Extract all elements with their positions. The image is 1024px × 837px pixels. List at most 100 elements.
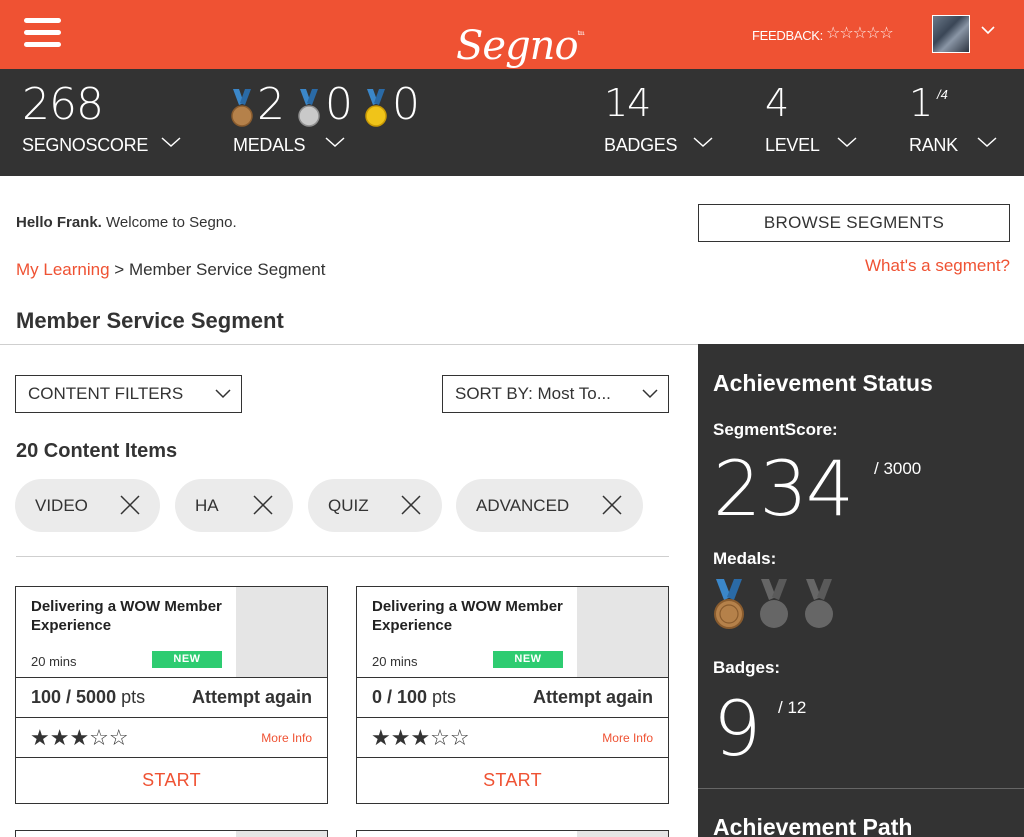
divider [16,556,669,557]
locked-medal-icon [760,579,788,628]
achievement-path-title: Achievement Path [713,814,913,837]
card-thumbnail [236,831,327,837]
feedback-label: FEEDBACK: [752,28,823,43]
user-avatar[interactable] [932,15,970,53]
page-title: Member Service Segment [16,308,284,333]
badges-max: / 12 [778,698,807,717]
card-points-value: 0 / 100 [372,687,428,707]
attempt-again-label: Attempt again [191,687,312,707]
level-value: 4 [765,81,789,125]
divider [16,677,327,678]
content-card[interactable]: Delivering a WOW Member Experience 20 mi… [15,586,328,804]
badges-value: 9 [713,684,761,773]
filter-chip-video[interactable]: VIDEO [15,479,160,532]
level-label: LEVEL [765,135,820,155]
rank-total: /4 [937,87,948,102]
chevron-down-icon[interactable] [160,135,182,149]
segno-logo[interactable]: Segnotm [456,4,585,69]
card-points-value: 100 / 5000 [31,687,117,707]
chip-label: HA [195,496,219,515]
content-card[interactable]: Delivering a WOW Member Experience 20 mi… [356,586,669,804]
welcome-name: Hello Frank. [16,214,102,231]
new-badge: NEW [152,651,222,668]
whats-a-segment-link[interactable]: What's a segment? [865,256,1010,276]
chip-label: QUIZ [328,496,369,515]
badges-value: 14 [604,81,651,125]
gold-medal-icon [365,89,387,127]
sort-by-label: SORT BY: Most To... [455,384,611,403]
card-duration: 20 mins [372,654,418,669]
divider [698,788,1024,789]
content-card[interactable] [356,830,669,837]
medals-label: MEDALS [233,135,306,155]
welcome-text: Welcome to Segno. [101,214,237,231]
chevron-down-icon [642,389,658,399]
filter-chip-ha[interactable]: HA [175,479,293,532]
close-icon[interactable] [253,495,273,515]
hamburger-menu-icon[interactable] [24,18,61,50]
card-thumbnail[interactable] [236,587,327,677]
card-points-unit: pts [116,687,146,707]
card-thumbnail[interactable] [577,587,668,677]
feedback-star-rating[interactable]: ☆☆☆☆☆ [826,23,894,43]
chevron-down-icon[interactable] [324,135,346,149]
segment-score-max: / 3000 [874,459,922,478]
content-filters-dropdown[interactable]: CONTENT FILTERS [15,375,242,413]
card-points-unit: pts [427,687,457,707]
filter-chip-advanced[interactable]: ADVANCED [456,479,643,532]
breadcrumb-current: Member Service Segment [128,260,326,279]
badges-label: Badges: [713,658,781,677]
card-points: 0 / 100 pts [372,687,456,708]
card-title[interactable]: Delivering a WOW Member Experience [372,597,572,635]
logo-text: Segno [456,23,579,69]
star-rating: ★★★☆☆ [371,725,470,750]
chip-label: VIDEO [35,496,88,515]
logo-trademark: tm [577,30,585,37]
chevron-down-icon[interactable] [980,22,996,38]
new-badge: NEW [493,651,563,668]
breadcrumb-my-learning-link[interactable]: My Learning [16,260,110,279]
content-items-count: 20 Content Items [16,440,178,462]
content-filters-label: CONTENT FILTERS [28,384,184,403]
card-points: 100 / 5000 pts [31,687,145,708]
divider [0,344,698,345]
medals-label: Medals: [713,549,777,568]
start-button[interactable]: START [357,758,668,804]
sort-by-dropdown[interactable]: SORT BY: Most To... [442,375,669,413]
rank-value: 1 [909,81,933,125]
close-icon[interactable] [401,495,421,515]
chevron-down-icon[interactable] [836,135,858,149]
bronze-medal-count: 2 [257,79,285,130]
close-icon[interactable] [120,495,140,515]
segment-score-value: 234 [713,444,854,533]
close-icon[interactable] [602,495,622,515]
segment-score-label: SegmentScore: [713,420,838,439]
chevron-down-icon [215,389,231,399]
gold-medal-count: 0 [392,79,420,130]
filter-chip-quiz[interactable]: QUIZ [308,479,442,532]
more-info-link[interactable]: More Info [602,731,653,745]
start-button[interactable]: START [16,758,327,804]
card-title[interactable]: Delivering a WOW Member Experience [31,597,231,635]
divider [357,677,668,678]
content-card[interactable] [15,830,328,837]
silver-medal-count: 0 [325,79,353,130]
more-info-link[interactable]: More Info [261,731,312,745]
locked-medal-icon [805,579,833,628]
bronze-medal-icon [714,579,744,629]
achievement-status-title: Achievement Status [713,370,933,396]
bronze-medal-icon [231,89,253,127]
stats-bar: 268 SEGNOSCORE 2 0 0 MEDALS 14 BADGES 4 … [0,69,1024,176]
chevron-down-icon[interactable] [976,135,998,149]
browse-segments-button[interactable]: BROWSE SEGMENTS [698,204,1010,242]
badges-label: BADGES [604,135,678,155]
silver-medal-icon [298,89,320,127]
chevron-down-icon[interactable] [692,135,714,149]
chip-label: ADVANCED [476,496,570,515]
breadcrumb-separator: > [109,260,129,279]
segnoscore-value: 268 [22,79,104,130]
segnoscore-label: SEGNOSCORE [22,135,149,155]
rank-label: RANK [909,135,958,155]
divider [16,717,327,718]
card-duration: 20 mins [31,654,77,669]
